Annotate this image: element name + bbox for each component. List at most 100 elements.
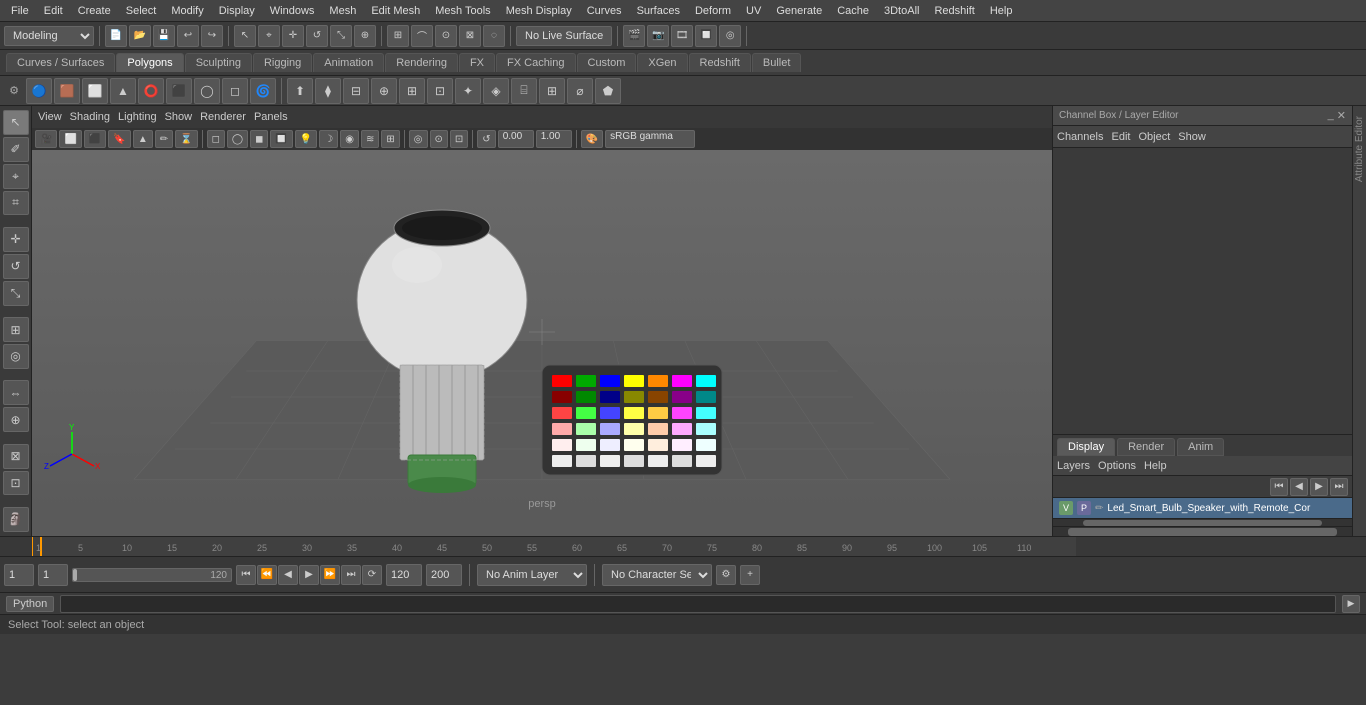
menu-mesh-display[interactable]: Mesh Display <box>499 3 579 19</box>
anim-layer-selector[interactable]: No Anim Layer <box>477 564 587 586</box>
cam-snapshot-btn[interactable]: 📷 <box>647 25 669 47</box>
character-set-add-btn[interactable]: + <box>740 565 760 585</box>
rp-scrollbar-thumb[interactable] <box>1068 528 1337 536</box>
shelf-bevel[interactable]: ⧫ <box>315 78 341 104</box>
cam-render-btn[interactable]: 🎬 <box>623 25 645 47</box>
vp-color-profile[interactable]: 🎨 <box>581 130 603 148</box>
vp-btn-grid[interactable]: ⊞ <box>381 130 399 148</box>
menu-edit[interactable]: Edit <box>37 3 70 19</box>
show-manip[interactable]: ⊠ <box>3 444 29 469</box>
skip-to-end-btn[interactable]: ⏭ <box>341 565 361 585</box>
vp-translate-y[interactable]: 1.00 <box>536 130 572 148</box>
open-file-btn[interactable]: 📂 <box>129 25 151 47</box>
vp-menu-shading[interactable]: Shading <box>70 111 110 123</box>
menu-help[interactable]: Help <box>983 3 1020 19</box>
vp-menu-renderer[interactable]: Renderer <box>200 111 246 123</box>
menu-surfaces[interactable]: Surfaces <box>630 3 687 19</box>
tab-sculpting[interactable]: Sculpting <box>185 53 252 72</box>
shelf-fill-hole[interactable]: ◈ <box>483 78 509 104</box>
layer-row[interactable]: V P ✏ Led_Smart_Bulb_Speaker_with_Remote… <box>1053 498 1352 518</box>
tab-custom[interactable]: Custom <box>577 53 637 72</box>
snap-curve-btn[interactable]: ⌒ <box>411 25 433 47</box>
layer-menu-help[interactable]: Help <box>1144 460 1167 472</box>
move-tool[interactable]: ✛ <box>3 227 29 252</box>
vp-btn-flat[interactable]: ◼ <box>250 130 268 148</box>
lasso-tool[interactable]: ⌗ <box>3 191 29 216</box>
vp-btn-ao[interactable]: ◉ <box>340 130 359 148</box>
frame-start-field[interactable] <box>4 564 34 586</box>
vp-menu-panels[interactable]: Panels <box>254 111 288 123</box>
shelf-cylinder[interactable]: ⬜ <box>82 78 108 104</box>
python-label[interactable]: Python <box>6 596 54 612</box>
cb-minimize-btn[interactable]: _ <box>1328 109 1334 122</box>
universal-btn[interactable]: ⊕ <box>354 25 376 47</box>
script-run-btn[interactable]: ▶ <box>1342 595 1360 613</box>
vp-rotate-icon[interactable]: ↺ <box>477 130 495 148</box>
save-file-btn[interactable]: 💾 <box>153 25 175 47</box>
tab-animation[interactable]: Animation <box>313 53 384 72</box>
menu-cache[interactable]: Cache <box>830 3 876 19</box>
shelf-pipe[interactable]: ◻ <box>222 78 248 104</box>
snap-grid-btn[interactable]: ⊞ <box>387 25 409 47</box>
lasso-btn[interactable]: ⌖ <box>258 25 280 47</box>
soft-select[interactable]: ◎ <box>3 344 29 369</box>
shelf-quad-draw[interactable]: ⊞ <box>539 78 565 104</box>
menu-modify[interactable]: Modify <box>164 3 210 19</box>
shelf-relax[interactable]: ⌀ <box>567 78 593 104</box>
mirror-tool[interactable]: ⇔ <box>3 380 29 405</box>
redo-btn[interactable]: ↪ <box>201 25 223 47</box>
layer-tab-anim[interactable]: Anim <box>1177 438 1224 456</box>
tab-fx[interactable]: FX <box>459 53 495 72</box>
vp-btn-shadow[interactable]: ☽ <box>319 130 338 148</box>
vp-btn-isolate[interactable]: ◎ <box>409 130 428 148</box>
scale-tool[interactable]: ⤡ <box>3 281 29 306</box>
channels-menu[interactable]: Channels <box>1057 131 1103 143</box>
workspace-selector[interactable]: Modeling <box>4 26 94 46</box>
new-file-btn[interactable]: 📄 <box>105 25 127 47</box>
play-back-btn[interactable]: ◀ <box>278 565 298 585</box>
menu-deform[interactable]: Deform <box>688 3 738 19</box>
vp-btn-camera[interactable]: 🎥 <box>35 130 57 148</box>
shelf-settings[interactable]: ⚙ <box>4 78 24 104</box>
vp-btn-component[interactable]: ⊡ <box>450 130 468 148</box>
shelf-append[interactable]: ⌸ <box>511 78 537 104</box>
snap-live-btn[interactable]: ◌ <box>483 25 505 47</box>
tab-rigging[interactable]: Rigging <box>253 53 312 72</box>
shelf-cone[interactable]: ▲ <box>110 78 136 104</box>
skip-to-start-btn[interactable]: ⏮ <box>236 565 256 585</box>
shelf-insert-edge[interactable]: ⊡ <box>427 78 453 104</box>
snap-view-btn[interactable]: ⊠ <box>459 25 481 47</box>
attr-editor-label[interactable]: Attribute Editor <box>1352 106 1366 192</box>
tab-redshift[interactable]: Redshift <box>689 53 751 72</box>
tab-xgen[interactable]: XGen <box>637 53 687 72</box>
snap-tool[interactable]: ⊞ <box>3 317 29 342</box>
menu-edit-mesh[interactable]: Edit Mesh <box>364 3 427 19</box>
vp-menu-view[interactable]: View <box>38 111 62 123</box>
step-back-btn[interactable]: ⏪ <box>257 565 277 585</box>
step-fwd-btn[interactable]: ⏩ <box>320 565 340 585</box>
menu-create[interactable]: Create <box>71 3 118 19</box>
shelf-loop-cut[interactable]: ⊞ <box>399 78 425 104</box>
vp-translate-x[interactable]: 0.00 <box>498 130 534 148</box>
shelf-sphere[interactable]: 🔵 <box>26 78 52 104</box>
shelf-bridge[interactable]: ⊟ <box>343 78 369 104</box>
play-fwd-btn[interactable]: ▶ <box>299 565 319 585</box>
tab-curves-surfaces[interactable]: Curves / Surfaces <box>6 53 115 72</box>
brush-tool[interactable]: ⌖ <box>3 164 29 189</box>
layer-nav-next[interactable]: ▶ <box>1310 478 1328 496</box>
vp-btn-motion[interactable]: ≋ <box>361 130 379 148</box>
pivot-tool[interactable]: ⊕ <box>3 407 29 432</box>
vp-color-profile-label[interactable]: sRGB gamma <box>605 130 695 148</box>
menu-generate[interactable]: Generate <box>769 3 829 19</box>
timeline-ruler[interactable]: 1 5 10 15 20 25 30 35 40 45 50 55 60 65 … <box>0 536 1366 556</box>
frame-progress-bar[interactable]: 120 <box>72 568 232 582</box>
layer-tab-display[interactable]: Display <box>1057 438 1115 456</box>
tab-polygons[interactable]: Polygons <box>116 53 183 72</box>
vp-btn-film2[interactable]: ⬛ <box>84 130 106 148</box>
cam-sequence-btn[interactable]: 🎞 <box>671 25 693 47</box>
shelf-disk[interactable]: ◯ <box>194 78 220 104</box>
shelf-cube[interactable]: 🟫 <box>54 78 80 104</box>
move-btn[interactable]: ✛ <box>282 25 304 47</box>
menu-uv[interactable]: UV <box>739 3 768 19</box>
tab-rendering[interactable]: Rendering <box>385 53 458 72</box>
